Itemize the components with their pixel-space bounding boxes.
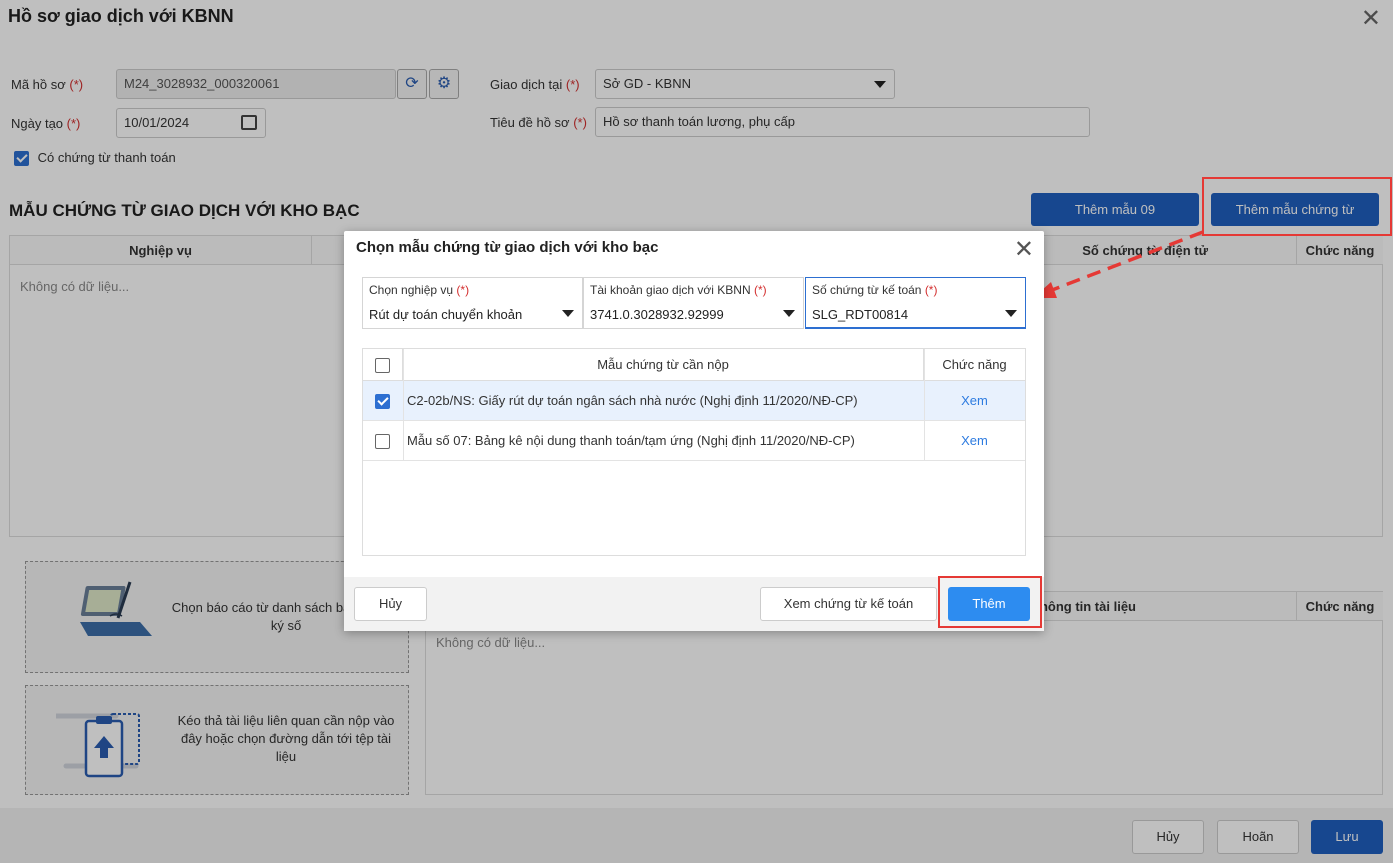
divider [924, 349, 925, 461]
chevron-down-icon [562, 310, 574, 317]
close-icon[interactable]: ✕ [1014, 235, 1034, 264]
chon-mau-modal: Chọn mẫu chứng từ giao dịch với kho bạc … [344, 231, 1044, 631]
tai-khoan-label: Tài khoản giao dịch với KBNN (*) [590, 283, 767, 297]
chon-nghiep-vu-label: Chọn nghiệp vụ (*) [369, 283, 470, 297]
col-mau-chung-tu: Mẫu chứng từ cần nộp [403, 349, 924, 381]
so-chung-tu-select[interactable]: Số chứng từ kế toán (*) SLG_RDT00814 [805, 277, 1026, 329]
row-name: C2-02b/NS: Giấy rút dự toán ngân sách nh… [407, 393, 858, 408]
select-all-cell [363, 349, 403, 381]
chon-nghiep-vu-value: Rút dự toán chuyển khoản [369, 307, 523, 322]
active-underline [806, 327, 1025, 329]
chevron-down-icon [1005, 310, 1017, 317]
xem-link[interactable]: Xem [924, 381, 1025, 421]
col-chuc-nang: Chức năng [924, 349, 1025, 381]
xem-chung-tu-button[interactable]: Xem chứng từ kế toán [760, 587, 937, 621]
tai-khoan-value: 3741.0.3028932.92999 [590, 307, 724, 322]
row-checkbox[interactable] [375, 434, 390, 450]
highlight-box-them-mau [1202, 177, 1392, 236]
table-row[interactable]: Mẫu số 07: Bảng kê nội dung thanh toán/t… [363, 421, 1025, 461]
annotation-arrow [1033, 230, 1204, 298]
modal-huy-button[interactable]: Hủy [354, 587, 427, 621]
so-chung-tu-label: Số chứng từ kế toán (*) [812, 283, 938, 297]
select-all-checkbox[interactable] [375, 358, 390, 374]
chevron-down-icon [783, 310, 795, 317]
divider [403, 349, 404, 461]
row-name: Mẫu số 07: Bảng kê nội dung thanh toán/t… [407, 433, 855, 448]
xem-link[interactable]: Xem [924, 421, 1025, 461]
tai-khoan-select[interactable]: Tài khoản giao dịch với KBNN (*) 3741.0.… [583, 277, 804, 329]
chon-nghiep-vu-select[interactable]: Chọn nghiệp vụ (*) Rút dự toán chuyển kh… [362, 277, 583, 329]
modal-title: Chọn mẫu chứng từ giao dịch với kho bạc [356, 239, 659, 256]
row-checkbox-cell [375, 381, 390, 421]
so-chung-tu-value: SLG_RDT00814 [812, 307, 909, 322]
highlight-box-them [938, 576, 1042, 628]
row-checkbox-cell [375, 421, 390, 461]
mau-chung-tu-table: Mẫu chứng từ cần nộp Chức năng C2-02b/NS… [362, 348, 1026, 556]
table-row[interactable]: C2-02b/NS: Giấy rút dự toán ngân sách nh… [363, 381, 1025, 421]
row-checkbox[interactable] [375, 394, 390, 410]
